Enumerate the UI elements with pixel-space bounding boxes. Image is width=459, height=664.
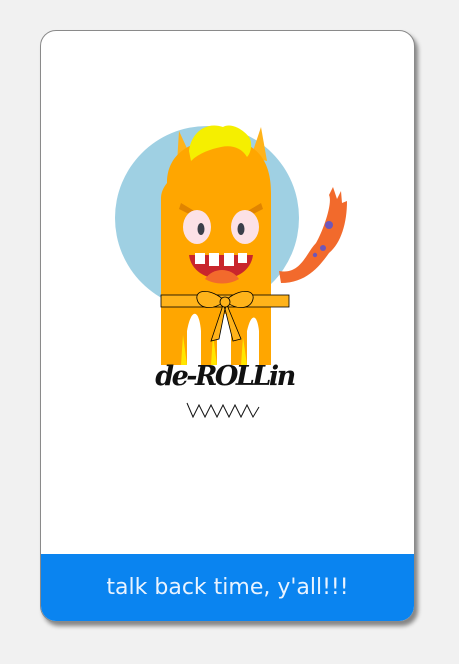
brand-logo-text: de-ROLLin [155,361,296,392]
bow-knot [219,296,231,308]
mascot-card: de-ROLLin talk back time, y'all!!! [40,30,415,622]
left-eye [183,210,211,244]
right-eye [231,210,259,244]
zigzag-icon [186,402,260,419]
talk-back-button[interactable]: talk back time, y'all!!! [41,554,414,621]
